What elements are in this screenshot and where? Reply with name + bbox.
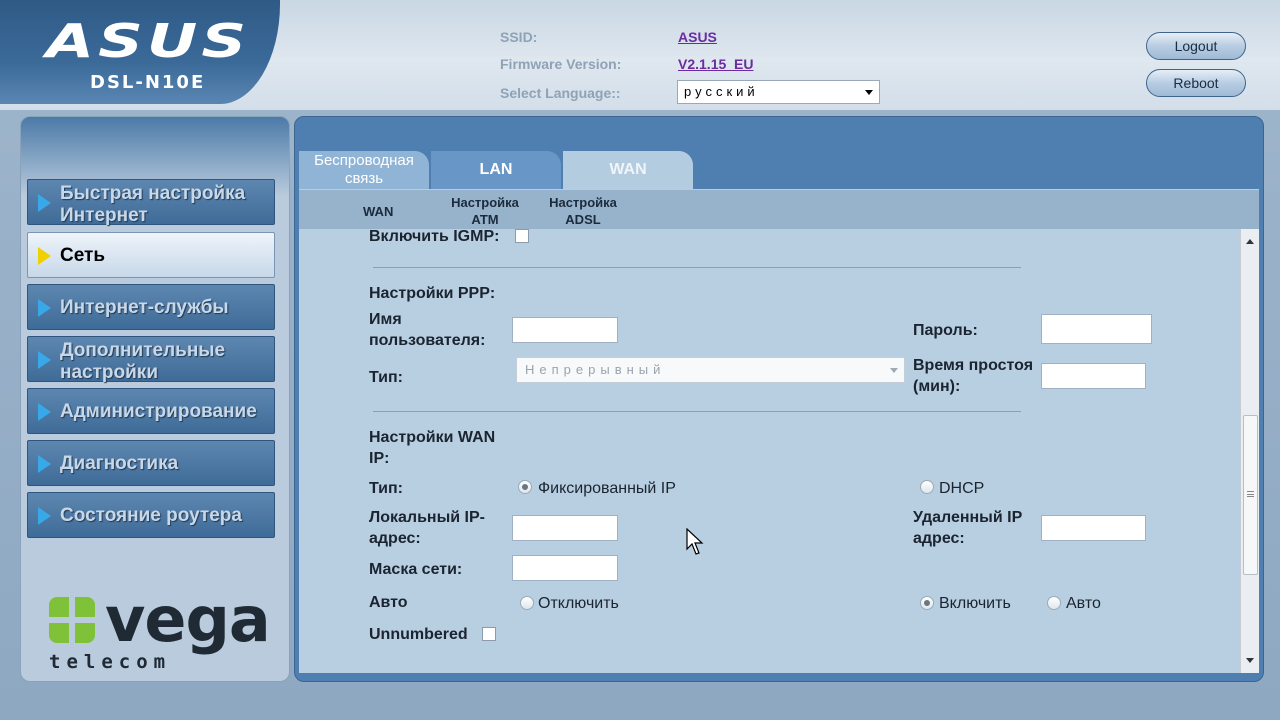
- language-select[interactable]: русский: [677, 80, 880, 104]
- language-label: Select Language::: [500, 85, 621, 101]
- arrow-right-icon: [38, 455, 51, 473]
- sidebar-item-label: Администрирование: [60, 401, 257, 422]
- connection-type-select[interactable]: Непрерывный: [516, 357, 905, 383]
- asus-logo: ASUS: [46, 14, 251, 68]
- sidebar-item-label: Диагностика: [60, 453, 179, 474]
- mouse-cursor-icon: [686, 528, 704, 555]
- dhcp-radio[interactable]: [920, 480, 934, 494]
- sidebar-item-router-status[interactable]: Состояние роутера: [27, 492, 275, 538]
- sidebar-item-label: Интернет-службы: [60, 297, 229, 318]
- sidebar-item-administration[interactable]: Администрирование: [27, 388, 275, 434]
- sidebar-item-diagnostics[interactable]: Диагностика: [27, 440, 275, 486]
- subtab-wan[interactable]: WAN: [363, 203, 393, 220]
- sidebar-item-label: Состояние роутера: [60, 505, 242, 526]
- disable-radio[interactable]: [520, 596, 534, 610]
- vega-logo-word: vega: [105, 583, 271, 656]
- sidebar-item-internet-services[interactable]: Интернет-службы: [27, 284, 275, 330]
- wan-settings-form: Включить IGMP: Настройки PPP: Имя пользо…: [299, 229, 1240, 673]
- disable-label: Отключить: [538, 595, 619, 612]
- connection-type-value: Непрерывный: [525, 362, 666, 377]
- tab-wireless[interactable]: Беспроводная связь: [299, 151, 429, 189]
- divider: [373, 411, 1021, 412]
- fixed-ip-radio[interactable]: [518, 480, 532, 494]
- password-input[interactable]: [1041, 314, 1152, 344]
- sidebar-item-label: Дополнительные настройки: [60, 340, 226, 383]
- wan-ip-section-title: Настройки WAN IP:: [369, 429, 496, 467]
- ppp-section-title: Настройки PPP:: [369, 285, 496, 302]
- brand-block: ASUS DSL-N10E: [0, 0, 280, 104]
- tab-wan[interactable]: WAN: [563, 151, 693, 189]
- igmp-checkbox[interactable]: [515, 229, 529, 243]
- subtab-bar: WAN Настройка ATM Настройка ADSL: [299, 189, 1259, 229]
- header: ASUS DSL-N10E SSID: ASUS Firmware Versio…: [0, 0, 1280, 110]
- subtab-atm[interactable]: Настройка ATM: [445, 194, 525, 228]
- sidebar-item-network[interactable]: Сеть: [27, 232, 275, 278]
- grip-icon: [1247, 491, 1254, 497]
- ip-type-label: Тип:: [369, 480, 403, 497]
- igmp-label: Включить IGMP:: [369, 229, 500, 245]
- sidebar-item-label: Быстрая настройка Интернет: [60, 183, 246, 226]
- scroll-down-icon[interactable]: [1246, 658, 1254, 663]
- fixed-ip-label: Фиксированный IP: [538, 480, 676, 497]
- sidebar-item-label: Сеть: [60, 245, 106, 266]
- firmware-link[interactable]: V2.1.15_EU: [678, 56, 754, 72]
- local-ip-label: Локальный IP-адрес:: [369, 509, 485, 547]
- vega-mark-icon: [49, 597, 97, 645]
- subnet-mask-label: Маска сети:: [369, 561, 463, 578]
- auto-label: Авто: [369, 594, 408, 611]
- ssid-label: SSID:: [500, 29, 538, 45]
- idle-time-label: Время простоя (мин):: [913, 357, 1034, 395]
- enable-label: Включить: [939, 595, 1011, 612]
- chevron-down-icon: [890, 368, 898, 373]
- logout-button[interactable]: Logout: [1146, 32, 1246, 60]
- idle-time-input[interactable]: [1041, 363, 1146, 389]
- divider: [373, 267, 1021, 268]
- arrow-right-icon: [38, 247, 51, 265]
- unnumbered-checkbox[interactable]: [482, 627, 496, 641]
- tab-lan[interactable]: LAN: [431, 151, 561, 189]
- scroll-thumb[interactable]: [1243, 415, 1258, 575]
- username-input[interactable]: [512, 317, 618, 343]
- auto-option-label: Авто: [1066, 595, 1101, 612]
- arrow-right-icon: [38, 403, 51, 421]
- remote-ip-input[interactable]: [1041, 515, 1146, 541]
- remote-ip-label: Удаленный IP адрес:: [913, 509, 1022, 547]
- scroll-up-icon[interactable]: [1246, 239, 1254, 244]
- firmware-label: Firmware Version:: [500, 56, 622, 72]
- type-label: Тип:: [369, 369, 403, 386]
- username-label: Имя пользователя:: [369, 311, 486, 349]
- reboot-button[interactable]: Reboot: [1146, 69, 1246, 97]
- dhcp-label: DHCP: [939, 480, 985, 497]
- main-panel: Беспроводная связь LAN WAN WAN Настройка…: [294, 116, 1264, 682]
- password-label: Пароль:: [913, 322, 978, 339]
- arrow-right-icon: [38, 507, 51, 525]
- unnumbered-label: Unnumbered: [369, 626, 468, 643]
- subnet-mask-input[interactable]: [512, 555, 618, 581]
- language-select-value: русский: [684, 84, 759, 99]
- sidebar-item-advanced[interactable]: Дополнительные настройки: [27, 336, 275, 383]
- arrow-right-icon: [38, 194, 51, 212]
- ssid-link[interactable]: ASUS: [678, 29, 717, 45]
- vega-logo-sub: telecom: [49, 651, 172, 673]
- enable-radio[interactable]: [920, 596, 934, 610]
- sidebar-item-quick-setup[interactable]: Быстрая настройка Интернет: [27, 179, 275, 226]
- arrow-right-icon: [38, 299, 51, 317]
- chevron-down-icon: [865, 90, 873, 95]
- model-name: DSL-N10E: [90, 72, 206, 93]
- arrow-right-icon: [38, 351, 51, 369]
- sidebar: Быстрая настройка Интернет Сеть Интернет…: [20, 116, 290, 682]
- content-scrollbar[interactable]: [1240, 229, 1259, 673]
- local-ip-input[interactable]: [512, 515, 618, 541]
- subtab-adsl[interactable]: Настройка ADSL: [543, 194, 623, 228]
- auto-radio[interactable]: [1047, 596, 1061, 610]
